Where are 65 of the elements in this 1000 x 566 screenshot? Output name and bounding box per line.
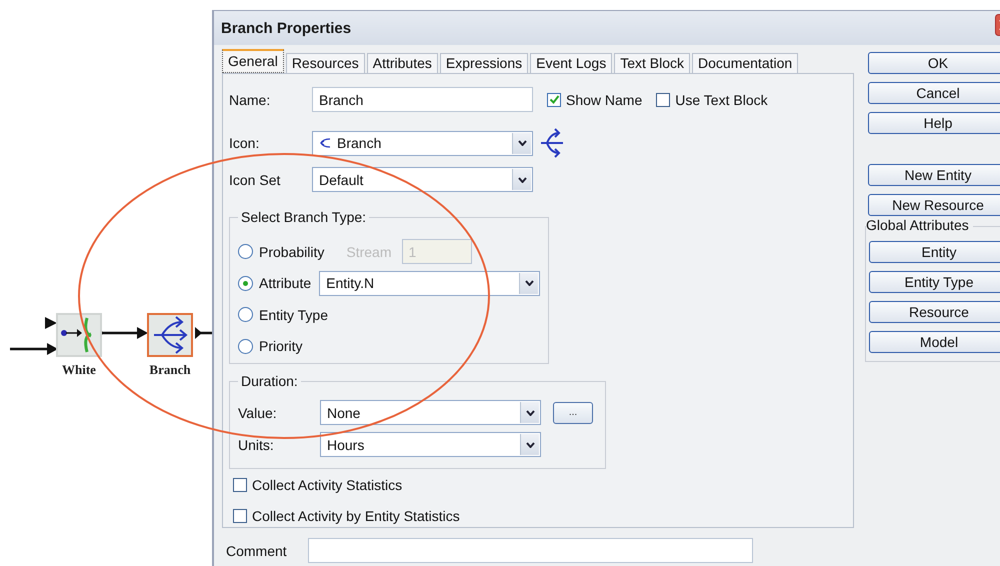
radio-button[interactable]	[238, 244, 253, 260]
radio-label: Entity Type	[259, 306, 328, 323]
units-dropdown[interactable]: Hours	[320, 432, 541, 457]
radio-label: Probability	[259, 244, 324, 260]
field-label: Stream	[346, 244, 392, 260]
join-block[interactable]	[56, 313, 102, 357]
caret-icon	[518, 140, 526, 146]
icon-dropdown[interactable]: Branch	[312, 130, 533, 156]
caret-icon	[526, 442, 534, 448]
tab[interactable]: General	[222, 49, 284, 73]
field-label: Name:	[229, 92, 270, 108]
connector-line	[195, 327, 212, 339]
icon-set-dropdown[interactable]: Default	[312, 167, 533, 192]
tab[interactable]: Resources	[286, 53, 365, 73]
dialog-button[interactable]: Entity Type	[869, 271, 1000, 293]
browse-button[interactable]: ...	[553, 402, 593, 424]
field-label: Value:	[238, 404, 278, 420]
field-label: Icon Set	[229, 172, 280, 188]
dialog-button[interactable]: Help	[868, 112, 1000, 134]
field-label: Comment	[226, 542, 288, 558]
checkbox[interactable]	[233, 478, 247, 492]
checkbox-label: Show Name	[566, 92, 642, 108]
checkbox-label: Collect Activity Statistics	[252, 476, 402, 492]
dialog-button[interactable]: Model	[869, 331, 1000, 353]
checkbox[interactable]	[233, 508, 247, 522]
radio-label: Priority	[259, 338, 303, 354]
tab[interactable]: Documentation	[692, 53, 798, 73]
radio-button[interactable]	[238, 276, 253, 291]
dialog-button[interactable]: Entity	[869, 241, 1000, 263]
tab[interactable]: Text Block	[614, 53, 690, 73]
block-label: White	[62, 362, 96, 377]
name-field[interactable]: Branch	[312, 87, 533, 112]
radio-button[interactable]	[238, 307, 253, 322]
group-legend: Global Attributes	[866, 217, 973, 233]
value-dropdown[interactable]: None	[320, 400, 541, 425]
caret-icon	[524, 280, 534, 286]
branch-icon	[539, 128, 565, 158]
comment-field[interactable]	[308, 538, 753, 563]
dialog-button[interactable]: New Resource	[868, 194, 1000, 216]
attribute-dropdown[interactable]: Entity.N	[319, 270, 540, 296]
checkbox-label: Use Text Block	[675, 92, 768, 108]
checkbox-label: Collect Activity by Entity Statistics	[252, 508, 460, 524]
branch-icon	[319, 138, 331, 148]
arrow	[10, 343, 58, 355]
checkbox[interactable]	[547, 92, 561, 106]
radio-button[interactable]	[238, 338, 253, 354]
window-title: Branch Properties	[221, 20, 352, 36]
tab[interactable]: Event Logs	[530, 53, 612, 73]
checkbox[interactable]	[656, 92, 670, 106]
tab[interactable]: Attributes	[366, 53, 438, 73]
group-legend: Duration:	[238, 373, 301, 389]
dialog-button[interactable]: Cancel	[868, 82, 1000, 104]
dialog-button[interactable]: New Entity	[868, 164, 1000, 186]
tab[interactable]: Expressions	[440, 53, 528, 73]
block-label: Branch	[149, 362, 191, 377]
caret-icon	[518, 176, 526, 182]
radio-label: Attribute	[259, 275, 312, 292]
dialog-button[interactable]: OK	[868, 52, 1000, 74]
branch-block[interactable]	[147, 313, 193, 357]
caret-icon	[526, 410, 534, 416]
group-legend: Select Branch Type:	[238, 209, 370, 225]
field-label: Icon:	[229, 135, 260, 151]
field-label: Units:	[238, 436, 275, 452]
arrow	[45, 317, 57, 329]
dialog-button[interactable]: Resource	[869, 301, 1000, 323]
